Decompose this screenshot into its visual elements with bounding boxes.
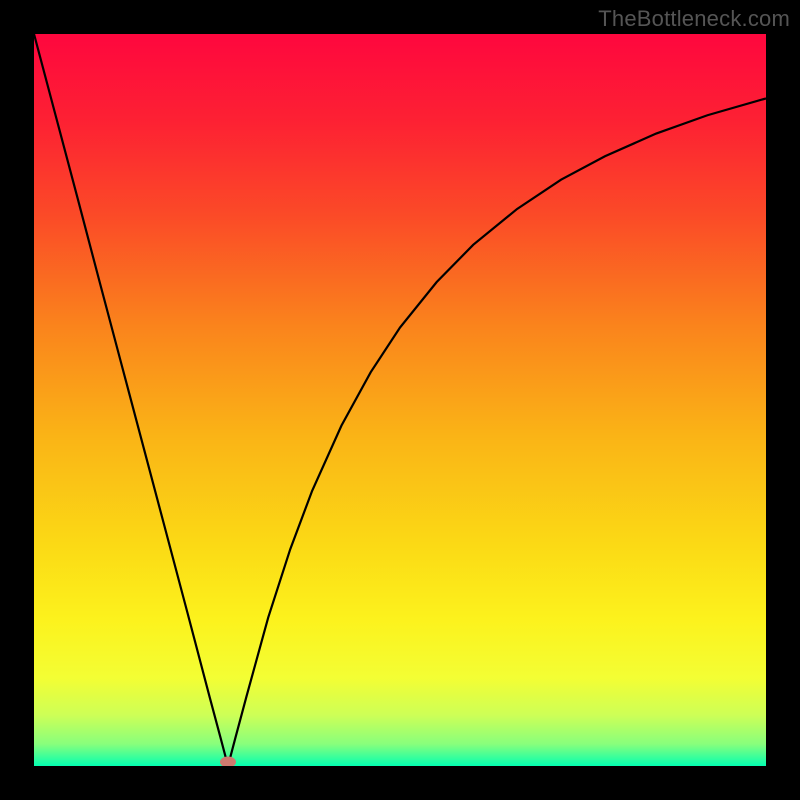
gradient-background <box>34 34 766 766</box>
chart-frame: TheBottleneck.com <box>0 0 800 800</box>
watermark-text: TheBottleneck.com <box>598 6 790 32</box>
plot-area <box>34 34 766 766</box>
chart-canvas <box>34 34 766 766</box>
